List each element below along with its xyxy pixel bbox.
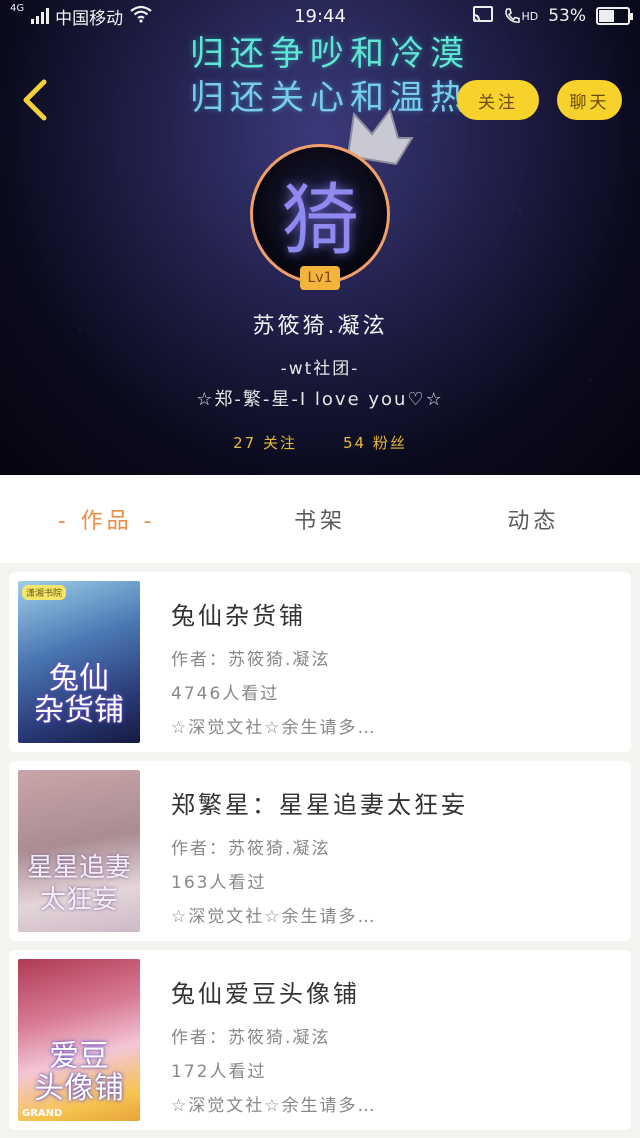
header-slogan: 归还争吵和冷漠 归还关心和温热 [190, 32, 470, 120]
hd-label: HD [521, 9, 539, 23]
book-title[interactable]: 郑繁星：星星追妻太狂妄 [171, 785, 621, 820]
book-cover[interactable]: 星星追妻 太狂妄 [18, 770, 140, 932]
cover-title: 兔仙 杂货铺 [34, 661, 124, 728]
call-hd-icon: HD [504, 7, 538, 25]
cover-title: 爱豆 头像铺 [34, 1039, 124, 1106]
book-card[interactable]: 星星追妻 太狂妄 郑繁星：星星追妻太狂妄 作者：苏筱猗.凝泫 163人看过 ☆深… [9, 761, 631, 941]
book-card[interactable]: 潇湘书院 兔仙 杂货铺 兔仙杂货铺 作者：苏筱猗.凝泫 4746人看过 ☆深觉文… [9, 572, 631, 752]
tab-activity[interactable]: 动态 [427, 503, 640, 535]
avatar[interactable]: 猗 [250, 144, 390, 284]
chat-button[interactable]: 聊天 [557, 80, 622, 120]
book-tags: ☆深觉文社☆余生请多… [171, 1096, 377, 1116]
book-title[interactable]: 兔仙杂货铺 [171, 596, 621, 631]
chevron-left-icon [23, 79, 47, 121]
bio-line-1: -wt社团- [280, 359, 360, 379]
book-list: 潇湘书院 兔仙 杂货铺 兔仙杂货铺 作者：苏筱猗.凝泫 4746人看过 ☆深觉文… [9, 572, 631, 1138]
book-views: 4746人看过 [171, 684, 280, 704]
cover-tag: 潇湘书院 [22, 585, 67, 600]
book-tags: ☆深觉文社☆余生请多… [171, 907, 377, 927]
fans-count[interactable]: 54 粉丝 [343, 432, 407, 453]
battery-icon [596, 7, 633, 25]
book-author: 作者：苏筱猗.凝泫 [171, 839, 331, 859]
tab-bar: - 作品 - 书架 动态 [0, 475, 640, 563]
book-cover[interactable]: 潇湘书院 兔仙 杂货铺 [18, 581, 140, 743]
book-card[interactable]: 爱豆 头像铺 GRAND 兔仙爱豆头像铺 作者：苏筱猗.凝泫 172人看过 ☆深… [9, 950, 631, 1130]
book-views: 172人看过 [171, 1062, 267, 1082]
book-cover[interactable]: 爱豆 头像铺 GRAND [18, 959, 140, 1121]
status-bar: 4G 中国移动 19:44 HD 53% [0, 0, 640, 32]
book-info: 兔仙爱豆头像铺 作者：苏筱猗.凝泫 172人看过 ☆深觉文社☆余生请多… [171, 974, 621, 1125]
book-tags: ☆深觉文社☆余生请多… [171, 718, 377, 738]
profile-stats: 27 关注 54 粉丝 [0, 432, 640, 453]
cover-brand: GRAND [22, 1108, 63, 1119]
slogan-line-2: 归还关心和温热 [190, 78, 470, 118]
book-info: 兔仙杂货铺 作者：苏筱猗.凝泫 4746人看过 ☆深觉文社☆余生请多… [171, 596, 621, 747]
level-badge: Lv1 [300, 266, 340, 290]
book-author: 作者：苏筱猗.凝泫 [171, 1028, 331, 1048]
book-info: 郑繁星：星星追妻太狂妄 作者：苏筱猗.凝泫 163人看过 ☆深觉文社☆余生请多… [171, 785, 621, 936]
follow-button[interactable]: 关注 [457, 80, 539, 120]
book-title[interactable]: 兔仙爱豆头像铺 [171, 974, 621, 1009]
book-views: 163人看过 [171, 873, 267, 893]
username: 苏筱猗.凝泫 [252, 314, 388, 339]
avatar-glyph: 猗 [280, 176, 359, 266]
slogan-line-1: 归还争吵和冷漠 [190, 34, 470, 74]
bio-line-2: ☆郑-繁-星-I love you♡☆ [196, 389, 444, 410]
cover-title: 星星追妻 太狂妄 [26, 853, 131, 915]
tab-bookshelf[interactable]: 书架 [213, 503, 426, 535]
battery-percent: 53% [548, 6, 586, 26]
book-author: 作者：苏筱猗.凝泫 [171, 650, 331, 670]
profile-header: 4G 中国移动 19:44 HD 53% 归还争吵和冷漠 归还关心和温热 关注 … [0, 0, 640, 475]
cast-icon [472, 5, 494, 28]
following-count[interactable]: 27 关注 [233, 432, 297, 453]
tab-works[interactable]: - 作品 - [0, 503, 213, 535]
back-button[interactable] [18, 78, 52, 122]
